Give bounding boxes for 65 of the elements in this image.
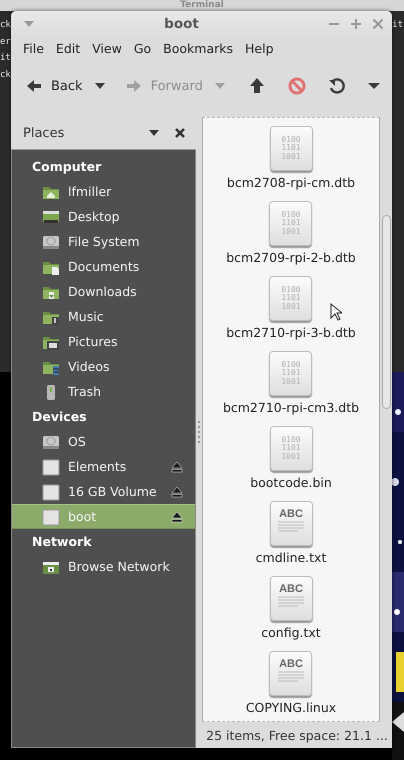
binary-file-icon: 0100 1101 1001 (270, 126, 312, 171)
pane-resize-handle[interactable] (198, 420, 200, 444)
binary-file-icon: 0100 1101 1001 (269, 276, 312, 321)
status-bar: 25 items, Free space: 21.1 ... (202, 722, 392, 748)
eject-icon[interactable] (171, 510, 183, 522)
binary-file-icon: 0100 1101 1001 (269, 351, 312, 396)
section-heading: Computer (31, 158, 102, 176)
eject-icon[interactable] (171, 486, 183, 498)
sidebar-item[interactable]: Pictures (12, 329, 195, 354)
sidebar-item[interactable]: lfmiller (12, 179, 195, 204)
icon-view-item[interactable]: 0100 1101 1001 bcm2709-rpi-2-b.dtb (226, 201, 356, 276)
window-title: Terminal (180, 0, 224, 10)
terminal-text: er (0, 36, 11, 48)
icon-view-item[interactable]: 0100 1101 1001 bcm2710-rpi-3-b.dtb (226, 276, 356, 351)
menu-item[interactable]: View (86, 38, 128, 58)
caret-icon (368, 83, 380, 89)
left-arrow-icon (25, 78, 43, 94)
up-arrow-icon (248, 77, 266, 95)
drive-icon (42, 508, 60, 526)
mouse-cursor-icon (330, 303, 342, 321)
dropdown-caret-icon[interactable] (148, 128, 160, 138)
sidebar-item[interactable]: 16 GB Volume (12, 479, 195, 504)
menu-item[interactable]: File (17, 38, 50, 58)
sidebar-item[interactable]: Videos (12, 354, 195, 379)
menu-item[interactable]: Help (239, 38, 280, 58)
menu-item[interactable]: Edit (50, 38, 86, 58)
right-arrow-icon (124, 78, 143, 94)
binary-file-icon: 0100 1101 1001 (270, 426, 312, 471)
binary-file-icon: 0100 1101 1001 (269, 201, 312, 246)
close-icon[interactable] (174, 127, 186, 139)
menu-item[interactable]: Go (128, 38, 158, 58)
dropdown-caret-icon[interactable] (94, 83, 105, 89)
sidebar-item[interactable]: Music (12, 304, 195, 329)
icon-view-item[interactable]: 0100 1101 1001 bootcode.bin (250, 426, 332, 501)
text-file-icon: ABC (270, 576, 312, 621)
icon-view-item[interactable]: 0100 1101 1001 bcm2708-rpi-cm.dtb (226, 126, 356, 201)
text-file-icon: ABC (269, 651, 312, 696)
places-dropdown[interactable]: Places (23, 126, 134, 140)
icon-view-item[interactable]: ABC COPYING.linux (246, 651, 336, 721)
sidebar-item[interactable]: Downloads (12, 279, 195, 304)
drive-icon (42, 458, 60, 476)
back-button[interactable]: Back (19, 71, 89, 101)
eject-icon[interactable] (171, 460, 183, 472)
terminal-text: ck (0, 68, 11, 82)
terminal-text: it (392, 19, 403, 32)
sidebar-item[interactable]: Trash (12, 379, 195, 404)
sidebar-item[interactable]: Desktop (12, 204, 195, 229)
window-title: boot (163, 16, 200, 32)
icon-view-item[interactable]: ABC config.txt (261, 576, 321, 651)
menu-item[interactable]: Bookmarks (157, 38, 239, 58)
reload-icon (328, 77, 346, 95)
terminal-text: it (0, 52, 11, 65)
terminal-text: ck (0, 19, 11, 32)
sidebar-item[interactable]: OS (12, 429, 195, 454)
icon-view-item[interactable]: 0100 1101 1001 bcm2710-rpi-cm3.dtb (222, 351, 360, 426)
sidebar-item[interactable]: File System (12, 229, 195, 254)
stop-icon (288, 77, 306, 95)
icon-view-item[interactable]: ABC cmdline.txt (256, 501, 326, 576)
section-heading: Network (31, 533, 93, 551)
sidebar-item[interactable]: Browse Network (12, 554, 195, 579)
sidebar-item[interactable]: Documents (12, 254, 195, 279)
drive-icon (42, 482, 60, 500)
text-file-icon: ABC (270, 501, 312, 546)
sidebar-item[interactable]: Elements (12, 454, 195, 479)
section-heading: Devices (31, 408, 88, 426)
